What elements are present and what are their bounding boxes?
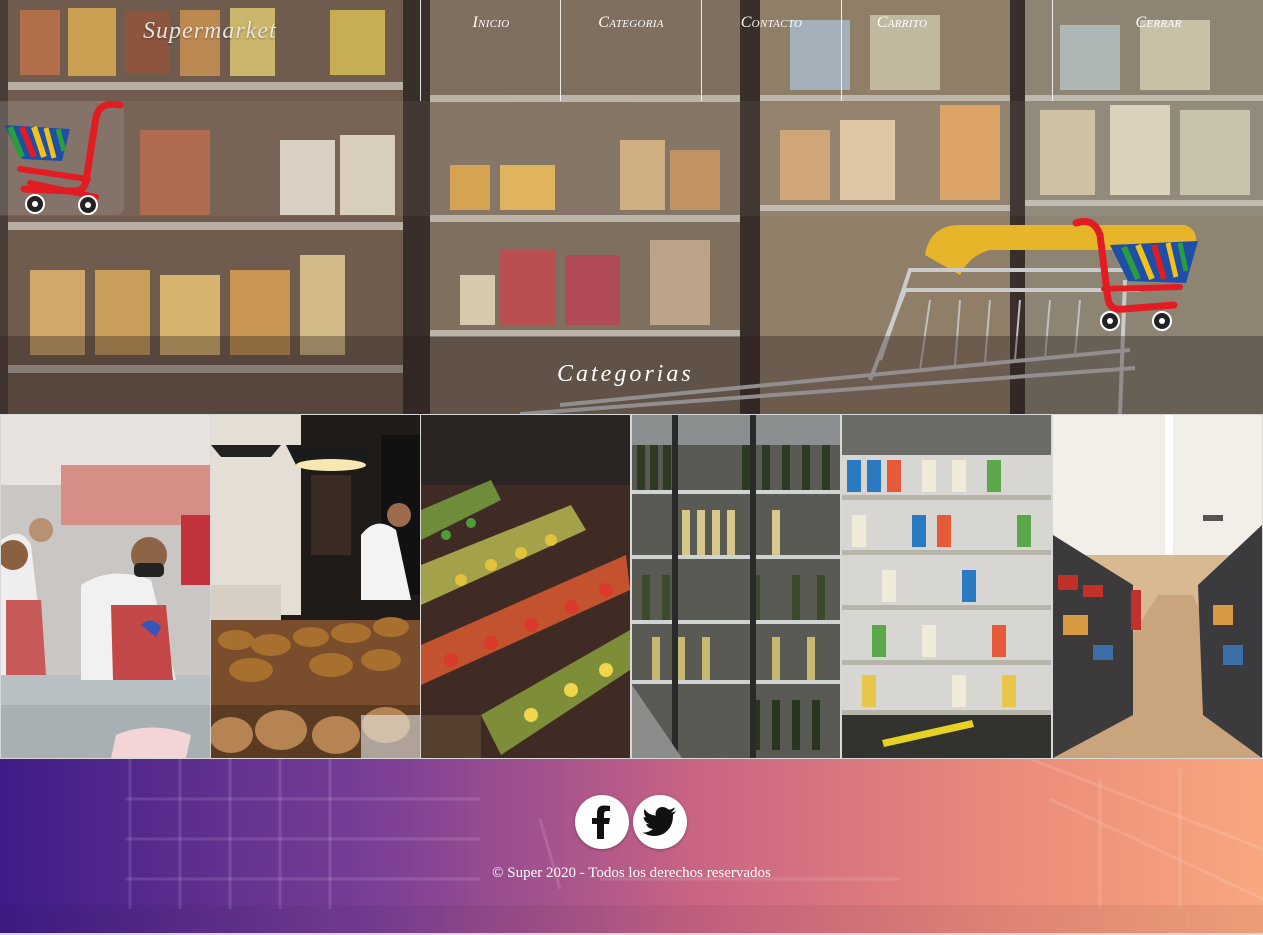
- nav-contacto[interactable]: Contacto: [701, 0, 841, 101]
- fruit-vegetable-aisle-photo: [421, 415, 630, 758]
- nav-band: [0, 101, 1263, 216]
- page: Supermarket Inicio Categoria Contacto Ca…: [0, 0, 1263, 935]
- nav-label: Categoria: [598, 14, 664, 31]
- nav-label: Cerrar: [1135, 14, 1182, 31]
- logo-link[interactable]: [0, 100, 124, 215]
- category-tile-butcher[interactable]: [1, 415, 210, 758]
- facebook-button[interactable]: [575, 795, 629, 849]
- nav-label: Inicio: [472, 14, 510, 31]
- twitter-button[interactable]: [633, 795, 687, 849]
- main-nav: Inicio Categoria Contacto Carrito Cerrar: [420, 0, 1263, 101]
- dairy-fridge-photo: [842, 415, 1051, 758]
- nav-cerrar[interactable]: Cerrar: [1052, 0, 1263, 101]
- nav-label: Carrito: [876, 14, 928, 31]
- supermarket-aisle-photo: [1053, 415, 1262, 758]
- footer-background-pattern: [0, 759, 1263, 935]
- copyright-text: © Super 2020 - Todos los derechos reserv…: [492, 865, 771, 881]
- footer: © Super 2020 - Todos los derechos reserv…: [0, 759, 1263, 935]
- twitter-icon: [643, 807, 676, 836]
- nav-carrito[interactable]: Carrito: [841, 0, 1042, 101]
- category-grid: [0, 414, 1263, 759]
- butchers-counter-photo: [1, 415, 210, 758]
- category-tile-bakery[interactable]: [211, 415, 420, 758]
- category-tile-wines[interactable]: [632, 415, 840, 758]
- category-tile-aisle[interactable]: [1053, 415, 1262, 758]
- cart-logo-icon: [1072, 218, 1198, 331]
- facebook-icon: [592, 805, 610, 839]
- shopping-cart-icon: [4, 100, 124, 215]
- category-tile-produce[interactable]: [421, 415, 630, 758]
- nav-categoria[interactable]: Categoria: [560, 0, 701, 101]
- wine-shelves-photo: [632, 415, 840, 758]
- category-tile-dairy[interactable]: [842, 415, 1051, 758]
- nav-label: Contacto: [740, 14, 803, 31]
- section-title: Categorias: [557, 361, 694, 387]
- nav-inicio[interactable]: Inicio: [420, 0, 561, 101]
- hero-banner: Supermarket Inicio Categoria Contacto Ca…: [0, 0, 1263, 414]
- brand-name[interactable]: Supermarket: [143, 18, 277, 45]
- bakery-bread-photo: [211, 415, 420, 758]
